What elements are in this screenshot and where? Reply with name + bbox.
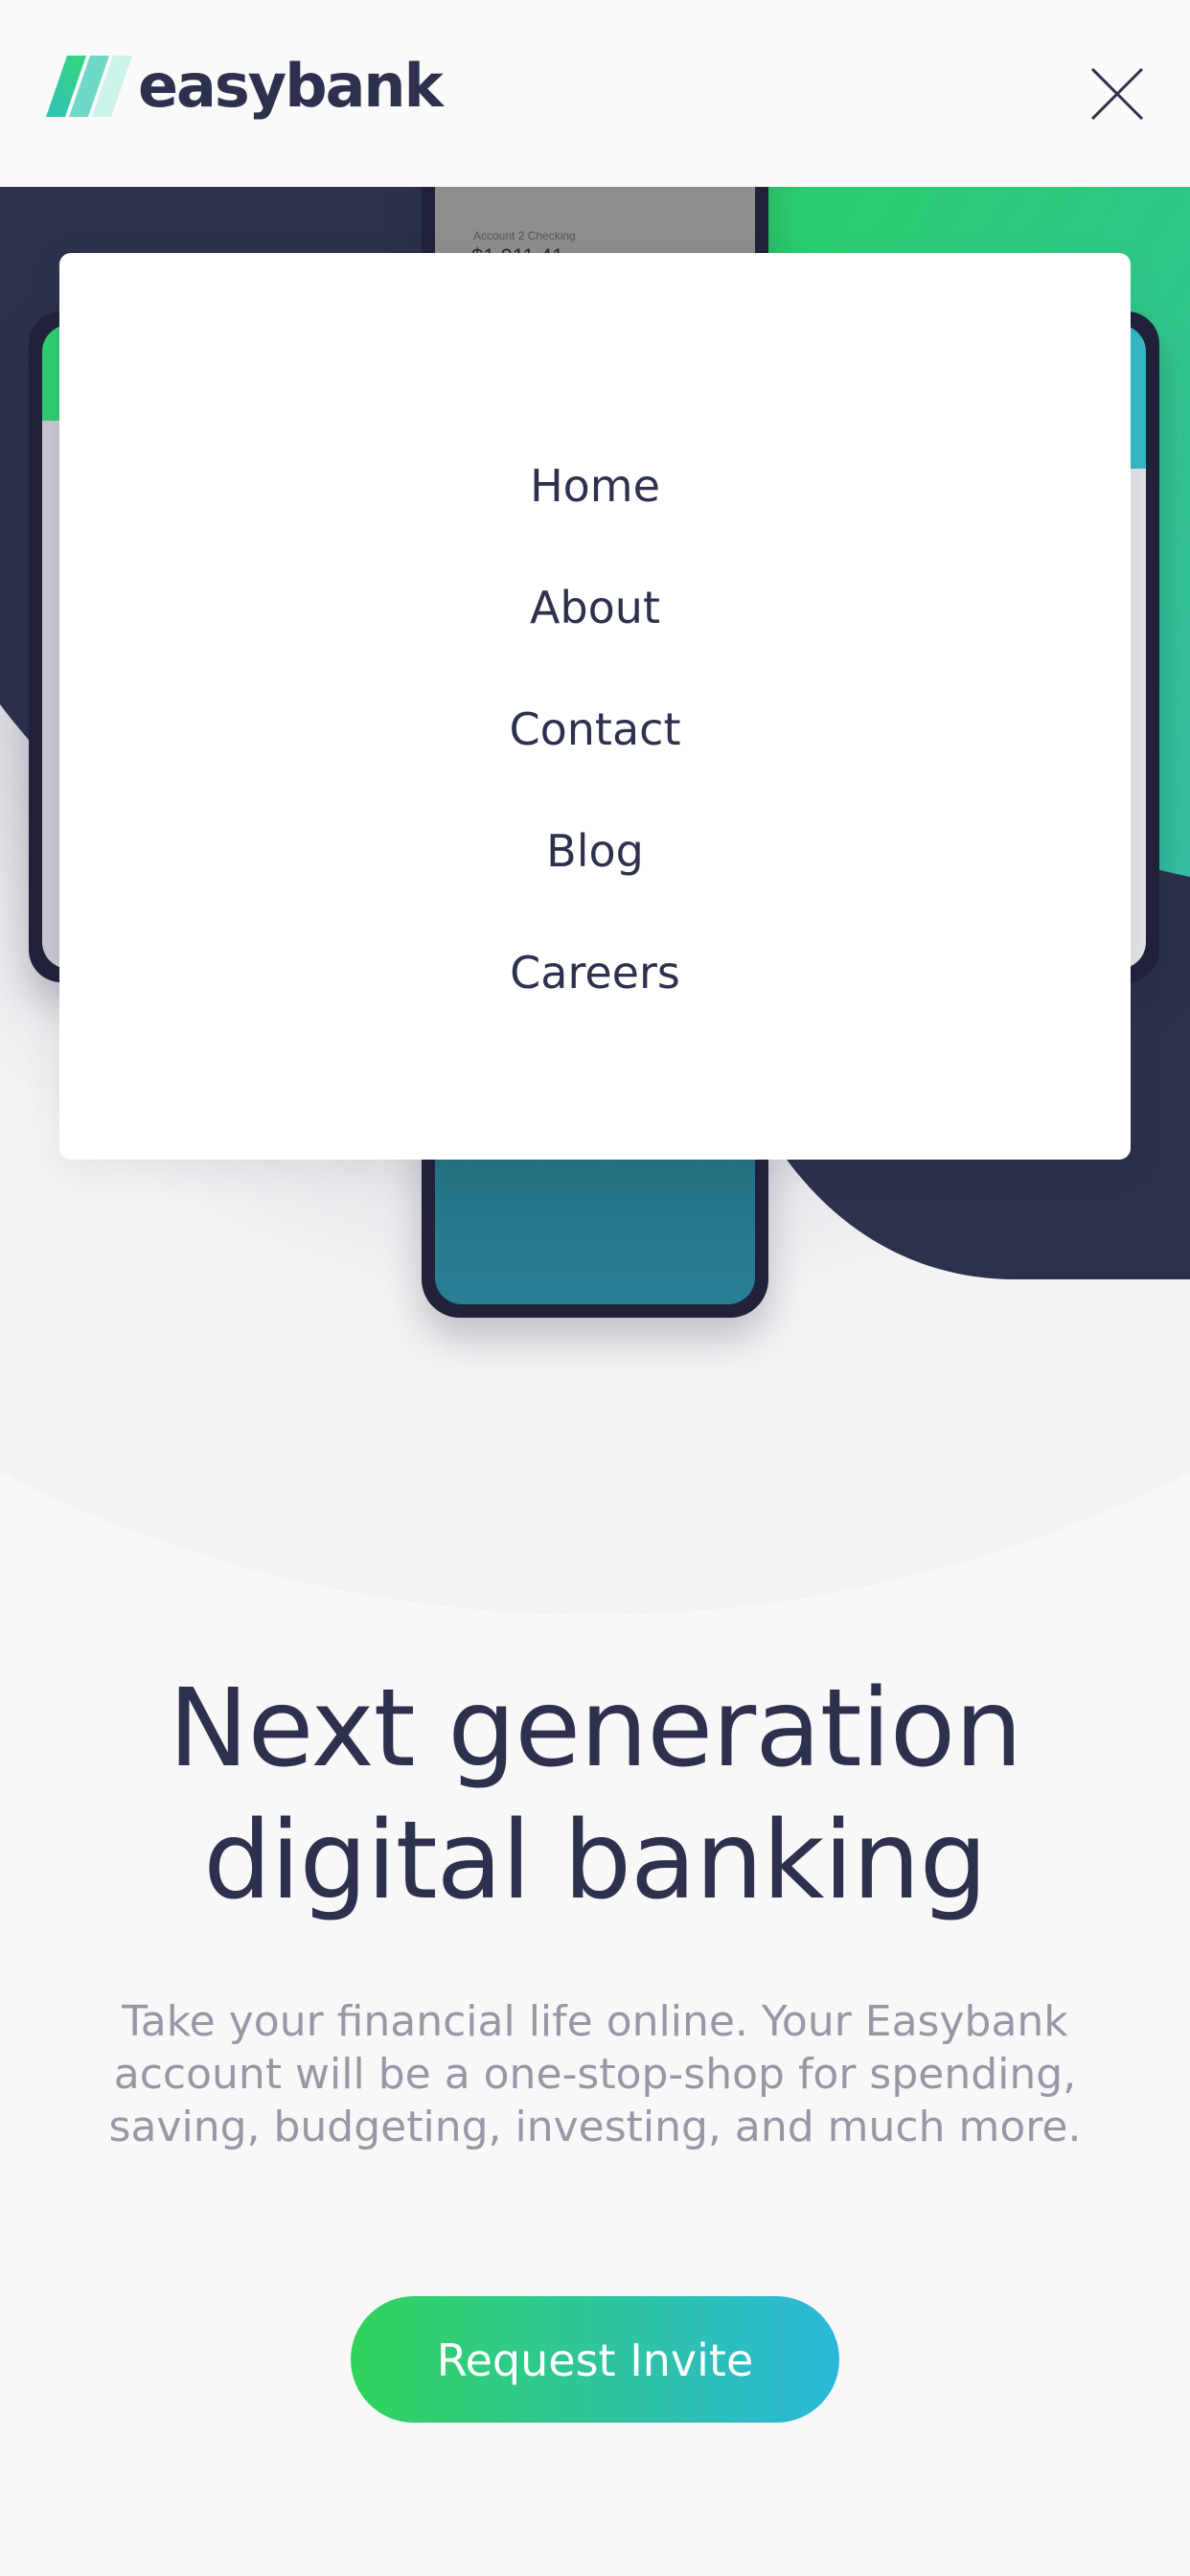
menu-item-blog[interactable]: Blog xyxy=(59,791,1131,912)
menu-item-about[interactable]: About xyxy=(59,547,1131,669)
close-icon[interactable] xyxy=(1090,67,1144,121)
logo[interactable]: easybank xyxy=(46,51,444,121)
hero-title-line-2: digital banking xyxy=(203,1799,987,1923)
menu-item-contact[interactable]: Contact xyxy=(59,669,1131,791)
site-header: easybank xyxy=(0,0,1190,187)
mobile-menu: Home About Contact Blog Careers xyxy=(59,253,1131,1160)
hero-title: Next generation digital banking xyxy=(0,1663,1190,1927)
hero-description: Take your financial life online. Your Ea… xyxy=(108,1997,1082,2151)
brand-name: easybank xyxy=(138,51,444,121)
request-invite-button[interactable]: Request Invite xyxy=(351,2296,839,2423)
hero-title-line-1: Next generation xyxy=(168,1667,1023,1791)
menu-item-home[interactable]: Home xyxy=(59,426,1131,547)
account-label: Account 2 Checking xyxy=(473,229,576,242)
logo-mark-icon xyxy=(46,56,132,117)
menu-item-careers[interactable]: Careers xyxy=(59,912,1131,1034)
